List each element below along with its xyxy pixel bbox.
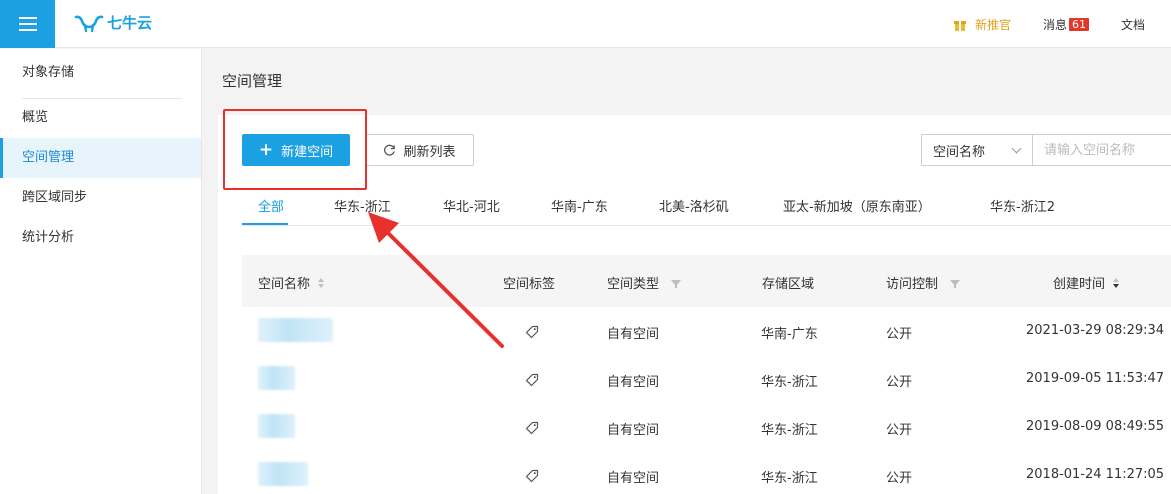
refresh-list-button[interactable]: 刷新列表 — [365, 134, 474, 166]
column-label: 空间名称 — [258, 277, 311, 292]
sidebar-item-statistics[interactable]: 统计分析 — [0, 218, 201, 258]
bucket-region: 华东-浙江 — [761, 375, 818, 390]
column-label: 空间类型 — [607, 277, 660, 292]
messages-badge: 61 — [1068, 17, 1089, 31]
search-field-value: 空间名称 — [933, 144, 986, 160]
bucket-type: 自有空间 — [607, 471, 660, 486]
tag-icon[interactable] — [525, 325, 539, 339]
column-label: 访问控制 — [886, 277, 939, 292]
column-header-region: 存储区域 — [762, 273, 814, 292]
annotation-highlight-box — [223, 109, 367, 190]
sort-icon[interactable] — [318, 277, 325, 288]
filter-icon[interactable] — [950, 279, 961, 288]
tab-ap-singapore[interactable]: 亚太-新加坡（原东南亚） — [783, 196, 931, 215]
tab-na-los-angeles[interactable]: 北美-洛杉矶 — [659, 196, 729, 215]
top-bar: 七牛云 新推官 消息 61 文档 — [0, 0, 1171, 48]
tab-north-hebei[interactable]: 华北-河北 — [443, 196, 500, 215]
region-tabs: 全部 华东-浙江 华北-河北 华南-广东 北美-洛杉矶 亚太-新加坡（原东南亚）… — [242, 182, 1171, 226]
bucket-name-link[interactable] — [258, 462, 308, 486]
bucket-access: 公开 — [886, 471, 913, 486]
refresh-list-label: 刷新列表 — [403, 144, 456, 160]
table-row: 自有空间 华东-浙江 公开 2019-08-09 08:49:55 — [242, 404, 1171, 452]
table-row: 自有空间 华东-浙江 公开 2019-09-05 11:53:47 — [242, 356, 1171, 404]
sidebar-item-bucket-management[interactable]: 空间管理 — [0, 138, 201, 178]
column-header-created[interactable]: 创建时间 — [1053, 273, 1120, 292]
gift-icon — [953, 21, 966, 31]
bucket-access: 公开 — [886, 327, 913, 342]
promo-link[interactable]: 新推官 — [953, 16, 1011, 33]
refresh-icon — [384, 144, 396, 156]
bucket-access: 公开 — [886, 423, 913, 438]
tab-east-zhejiang-2[interactable]: 华东-浙江2 — [990, 196, 1055, 215]
sidebar: 对象存储 概览 空间管理 跨区域同步 统计分析 — [0, 49, 202, 494]
sort-icon[interactable] — [1113, 277, 1120, 288]
bucket-access: 公开 — [886, 375, 913, 390]
tag-icon[interactable] — [525, 469, 539, 483]
bucket-name-link[interactable] — [258, 414, 295, 438]
column-header-access[interactable]: 访问控制 — [886, 273, 961, 292]
filter-icon[interactable] — [671, 279, 682, 288]
qiniu-logo — [74, 15, 104, 32]
docs-link[interactable]: 文档 — [1121, 16, 1145, 33]
search-input[interactable] — [1032, 134, 1171, 166]
bucket-region: 华南-广东 — [761, 327, 818, 342]
tag-icon[interactable] — [525, 373, 539, 387]
column-label: 空间标签 — [503, 277, 556, 292]
column-header-name[interactable]: 空间名称 — [258, 273, 325, 292]
bucket-name-link[interactable] — [258, 366, 295, 390]
bucket-region: 华东-浙江 — [761, 423, 818, 438]
tab-east-zhejiang[interactable]: 华东-浙江 — [334, 196, 391, 215]
column-header-type[interactable]: 空间类型 — [607, 273, 682, 292]
bucket-created: 2021-03-29 08:29:34 — [1026, 323, 1165, 338]
tag-icon[interactable] — [525, 421, 539, 435]
bucket-created: 2019-08-09 08:49:55 — [1026, 419, 1165, 434]
bucket-type: 自有空间 — [607, 327, 660, 342]
tab-all[interactable]: 全部 — [258, 196, 284, 215]
table-row: 自有空间 华东-浙江 公开 2018-01-24 11:27:05 — [242, 452, 1171, 494]
sidebar-item-overview[interactable]: 概览 — [0, 98, 201, 138]
chevron-down-icon — [1011, 143, 1022, 154]
messages-link[interactable]: 消息 61 — [1043, 16, 1089, 33]
search-field-select[interactable]: 空间名称 — [921, 134, 1033, 166]
column-label: 存储区域 — [762, 277, 815, 292]
column-header-tags: 空间标签 — [503, 273, 555, 292]
sidebar-item-cross-region-sync[interactable]: 跨区域同步 — [0, 178, 201, 218]
menu-icon[interactable] — [0, 0, 55, 48]
bucket-region: 华东-浙江 — [761, 471, 818, 486]
page-title: 空间管理 — [222, 72, 283, 90]
bucket-name-link[interactable] — [258, 318, 333, 342]
promo-label: 新推官 — [974, 17, 1011, 32]
logo-text: 七牛云 — [107, 14, 153, 32]
bucket-created: 2018-01-24 11:27:05 — [1026, 467, 1165, 482]
table-row: 自有空间 华南-广东 公开 2021-03-29 08:29:34 — [242, 308, 1171, 356]
logo[interactable]: 七牛云 — [74, 12, 152, 33]
tab-south-guangdong[interactable]: 华南-广东 — [551, 196, 608, 215]
active-tab-indicator — [242, 223, 288, 225]
bucket-type: 自有空间 — [607, 423, 660, 438]
column-label: 创建时间 — [1053, 277, 1106, 292]
table-header: 空间名称 空间标签 空间类型 存储区域 访问控制 创建时间 — [242, 255, 1171, 307]
bucket-type: 自有空间 — [607, 375, 660, 390]
bucket-created: 2019-09-05 11:53:47 — [1026, 371, 1165, 386]
messages-label: 消息 — [1042, 17, 1067, 32]
sidebar-section-title[interactable]: 对象存储 — [0, 53, 201, 93]
